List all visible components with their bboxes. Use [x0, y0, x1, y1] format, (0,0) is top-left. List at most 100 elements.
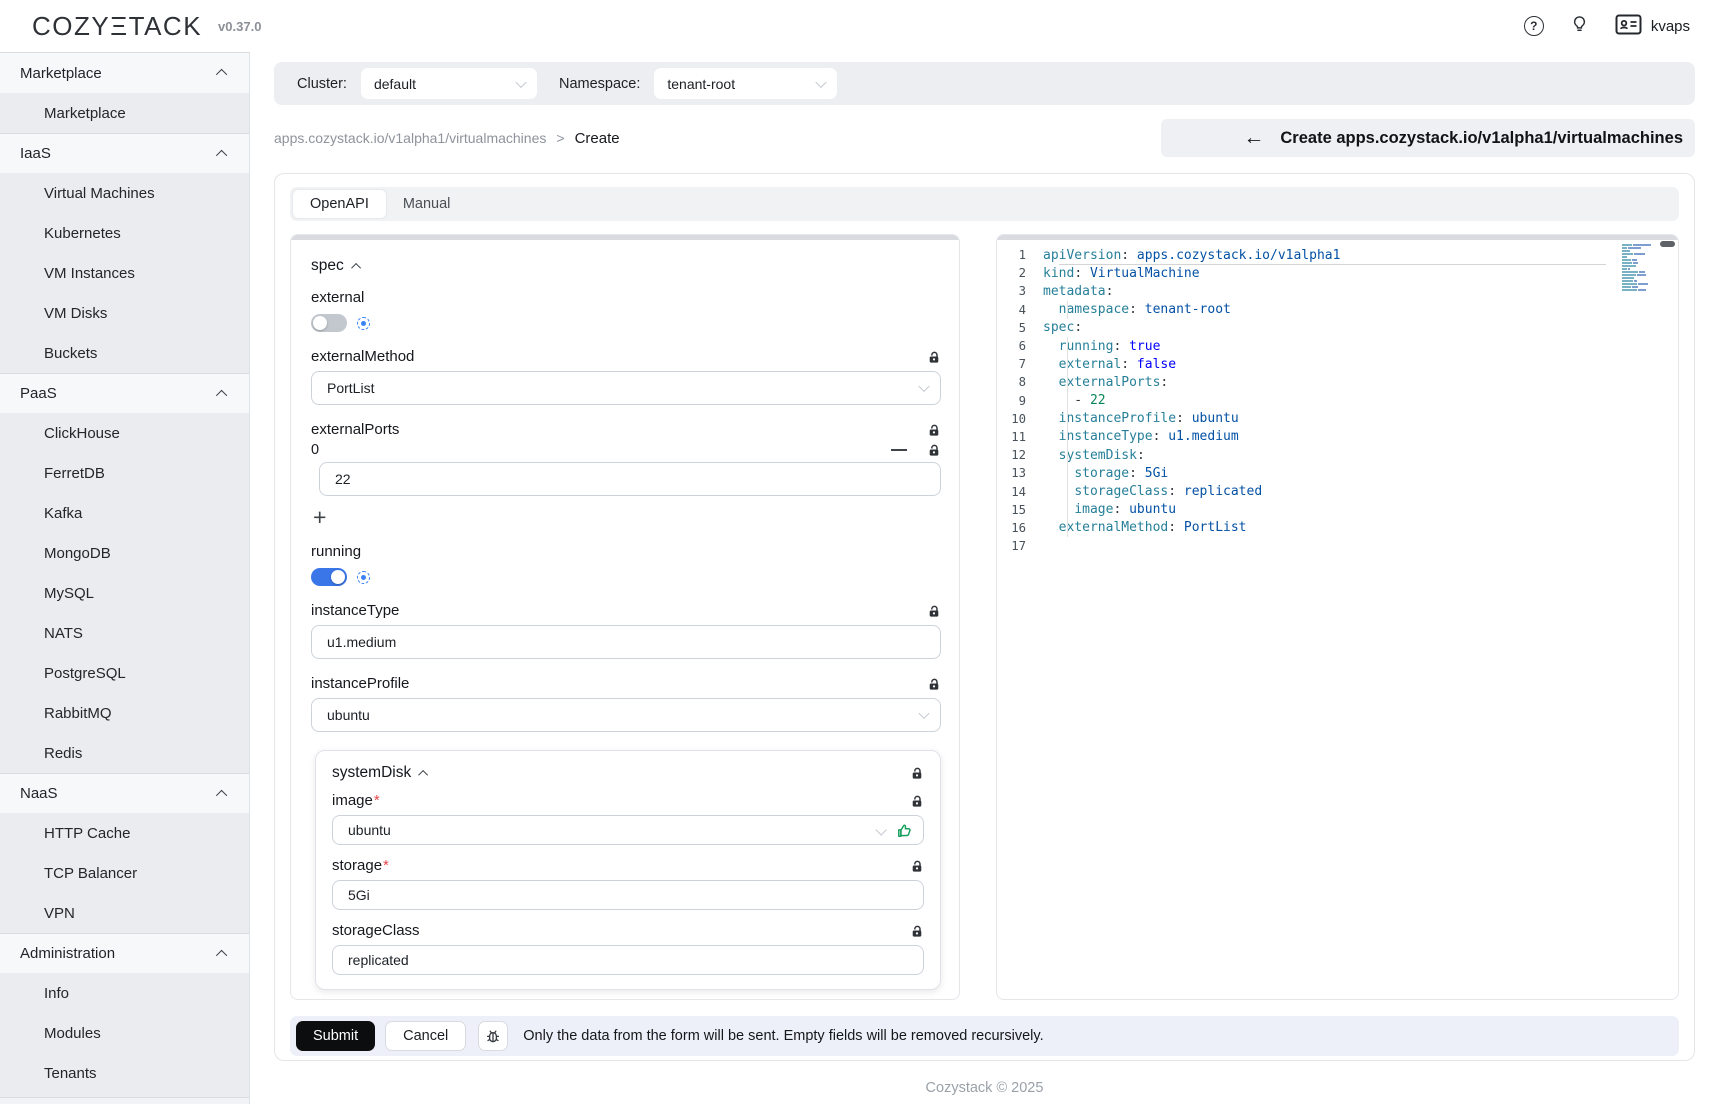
sidebar-item-ferretdb[interactable]: FerretDB [0, 453, 249, 493]
unlock-icon[interactable] [910, 766, 924, 780]
code-line[interactable]: 12 systemDisk: [997, 446, 1678, 464]
sidebar-item-buckets[interactable]: Buckets [0, 333, 249, 373]
unlock-icon[interactable] [927, 443, 941, 457]
tab-openapi[interactable]: OpenAPI [293, 190, 386, 218]
indent-guide [1067, 501, 1068, 519]
external-toggle[interactable] [311, 314, 347, 332]
sidebar-item-modules[interactable]: Modules [0, 1013, 249, 1053]
code-line[interactable]: 14 storageClass: replicated [997, 482, 1678, 500]
debug-button[interactable] [478, 1021, 508, 1051]
tab-manual[interactable]: Manual [386, 190, 468, 218]
code-line[interactable]: 2kind: VirtualMachine [997, 264, 1678, 282]
sidebar-footer-strip [0, 1097, 249, 1104]
image-label: image* [332, 792, 380, 809]
system-disk-section-header[interactable]: systemDisk [332, 764, 428, 782]
external-port-input[interactable] [319, 462, 941, 496]
sidebar-item-mysql[interactable]: MySQL [0, 573, 249, 613]
indent-guide [1067, 355, 1068, 373]
sidebar-section-iaas[interactable]: IaaS [0, 133, 249, 173]
code-line[interactable]: 10 instanceProfile: ubuntu [997, 410, 1678, 428]
line-number: 12 [997, 448, 1043, 462]
theme-bulb-icon[interactable] [1570, 14, 1589, 39]
unlock-icon[interactable] [910, 924, 924, 938]
code-line[interactable]: 5spec: [997, 319, 1678, 337]
remove-item-button[interactable] [891, 449, 907, 451]
sidebar-item-redis[interactable]: Redis [0, 733, 249, 773]
breadcrumb: apps.cozystack.io/v1alpha1/virtualmachin… [274, 130, 620, 147]
storage-input[interactable] [332, 880, 924, 910]
sidebar-item-tcp-balancer[interactable]: TCP Balancer [0, 853, 249, 893]
submit-button[interactable]: Submit [296, 1021, 375, 1051]
unlock-icon[interactable] [927, 604, 941, 618]
code-line[interactable]: 7 external: false [997, 355, 1678, 373]
page-title: Create apps.cozystack.io/v1alpha1/virtua… [1280, 129, 1683, 148]
sidebar-item-clickhouse[interactable]: ClickHouse [0, 413, 249, 453]
back-arrow-icon[interactable]: ← [1243, 127, 1264, 148]
code-line[interactable]: 6 running: true [997, 337, 1678, 355]
instance-type-input[interactable] [311, 625, 941, 659]
editor-scrollbar-thumb[interactable] [1660, 241, 1675, 247]
code-line[interactable]: 11 instanceType: u1.medium [997, 428, 1678, 446]
sidebar-item-postgresql[interactable]: PostgreSQL [0, 653, 249, 693]
sidebar-item-nats[interactable]: NATS [0, 613, 249, 653]
code-line[interactable]: 13 storage: 5Gi [997, 464, 1678, 482]
editor-minimap[interactable] [1622, 244, 1662, 295]
sidebar-item-vm-instances[interactable]: VM Instances [0, 253, 249, 293]
sidebar-item-tenants[interactable]: Tenants [0, 1053, 249, 1093]
line-number: 4 [997, 303, 1043, 317]
namespace-select[interactable]: tenant-root [654, 68, 837, 99]
line-number: 7 [997, 357, 1043, 371]
running-toggle[interactable] [311, 568, 347, 586]
sidebar-item-vm-disks[interactable]: VM Disks [0, 293, 249, 333]
bug-icon [485, 1028, 501, 1045]
code-line[interactable]: 8 externalPorts: [997, 373, 1678, 391]
cancel-button[interactable]: Cancel [385, 1021, 466, 1051]
external-ports-label: externalPorts [311, 421, 399, 438]
chevron-down-icon [918, 708, 929, 719]
sidebar-section-naas[interactable]: NaaS [0, 773, 249, 813]
storage-class-input[interactable] [332, 945, 924, 975]
running-label: running [311, 543, 941, 560]
add-item-button[interactable]: + [313, 506, 941, 529]
sidebar-item-virtual-machines[interactable]: Virtual Machines [0, 173, 249, 213]
sidebar-section-paas[interactable]: PaaS [0, 373, 249, 413]
line-number: 17 [997, 539, 1043, 553]
cluster-select[interactable]: default [361, 68, 537, 99]
sidebar-item-rabbitmq[interactable]: RabbitMQ [0, 693, 249, 733]
user-menu[interactable]: kvaps [1615, 14, 1690, 39]
code-line[interactable]: 17 [997, 537, 1678, 555]
username: kvaps [1651, 18, 1690, 35]
yaml-editor[interactable]: 1apiVersion: apps.cozystack.io/v1alpha12… [996, 234, 1679, 1000]
sidebar-item-mongodb[interactable]: MongoDB [0, 533, 249, 573]
code-line[interactable]: 16 externalMethod: PortList [997, 519, 1678, 537]
line-number: 8 [997, 375, 1043, 389]
thumbs-up-icon[interactable] [896, 822, 913, 839]
unlock-icon[interactable] [927, 350, 941, 364]
sidebar-item-info[interactable]: Info [0, 973, 249, 1013]
sidebar-item-marketplace[interactable]: Marketplace [0, 93, 249, 133]
sidebar-section-marketplace[interactable]: Marketplace [0, 53, 249, 93]
unlock-icon[interactable] [927, 423, 941, 437]
sidebar-item-vpn[interactable]: VPN [0, 893, 249, 933]
user-card-icon [1615, 14, 1642, 39]
instance-profile-select[interactable]: ubuntu [311, 698, 941, 732]
help-icon[interactable]: ? [1524, 16, 1544, 36]
code-line[interactable]: 3metadata: [997, 282, 1678, 300]
collapse-icon [351, 262, 361, 272]
external-method-select[interactable]: PortList [311, 371, 941, 405]
unlock-icon[interactable] [910, 859, 924, 873]
unlock-icon[interactable] [910, 794, 924, 808]
unlock-icon[interactable] [927, 677, 941, 691]
sidebar-item-kafka[interactable]: Kafka [0, 493, 249, 533]
image-select[interactable]: ubuntu [332, 815, 924, 845]
sidebar-section-administration[interactable]: Administration [0, 933, 249, 973]
spec-section-header[interactable]: spec [311, 257, 941, 275]
system-disk-card: systemDisk image* [315, 750, 941, 990]
code-line[interactable]: 15 image: ubuntu [997, 501, 1678, 519]
breadcrumb-path[interactable]: apps.cozystack.io/v1alpha1/virtualmachin… [274, 130, 546, 146]
code-line[interactable]: 9 - 22 [997, 392, 1678, 410]
sidebar-item-kubernetes[interactable]: Kubernetes [0, 213, 249, 253]
sidebar-item-http-cache[interactable]: HTTP Cache [0, 813, 249, 853]
code-line[interactable]: 1apiVersion: apps.cozystack.io/v1alpha1 [997, 246, 1678, 264]
code-line[interactable]: 4 namespace: tenant-root [997, 301, 1678, 319]
